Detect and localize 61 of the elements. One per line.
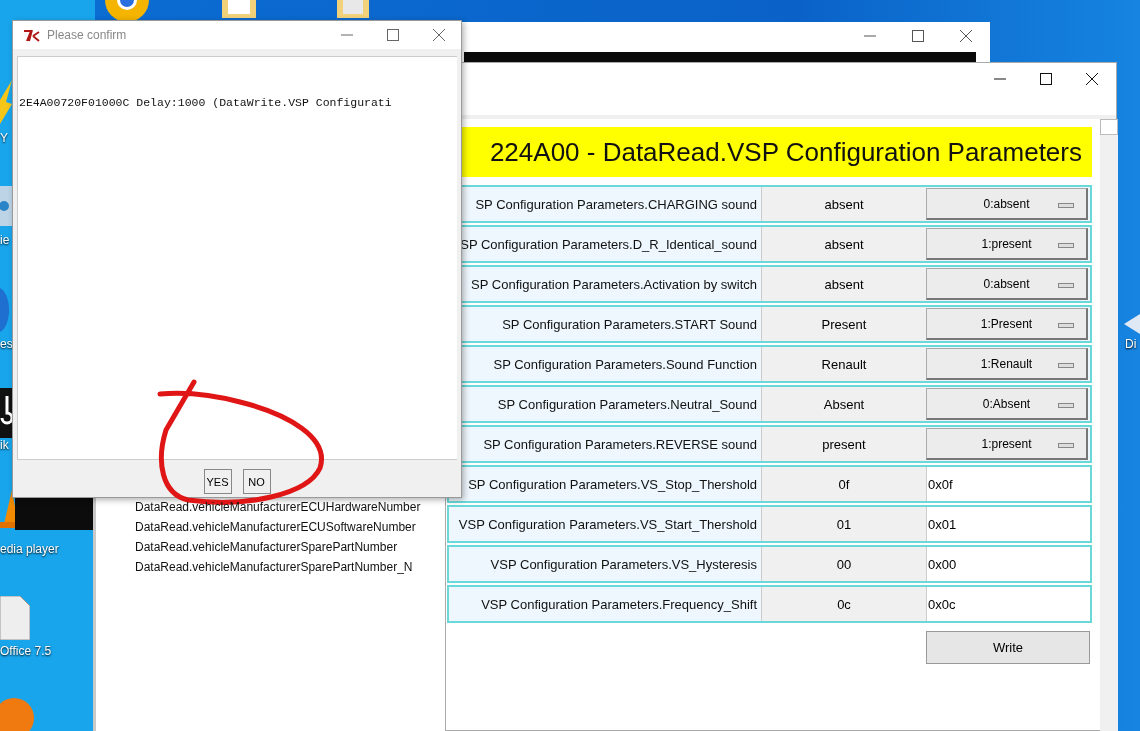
- parameter-label: SP Configuration Parameters.Activation by switch: [470, 275, 758, 294]
- parameter-label: SP Configuration Parameters.Neutral_Sound: [496, 395, 758, 414]
- value-input-field[interactable]: 0x0f: [926, 467, 1090, 501]
- option-dropdown[interactable]: 1:present: [926, 428, 1088, 460]
- current-value: present: [761, 427, 926, 461]
- write-button[interactable]: Write: [926, 631, 1090, 664]
- list-item[interactable]: DataRead.vehicleManufacturerECUHardwareNumber: [135, 500, 421, 515]
- maximize-icon[interactable]: [1040, 73, 1052, 85]
- dialog-button[interactable]: NO: [242, 469, 271, 494]
- current-value: 0f: [761, 467, 926, 501]
- value-input-field[interactable]: 0x0c: [926, 587, 1090, 621]
- message-text: 2E4A00720F01000C Delay:1000 (DataWrite.VSP Configurati: [18, 96, 392, 109]
- parameter-label: SP Configuration Parameters.VS_Stop_Thershold: [467, 475, 758, 494]
- feather-logo-icon: [23, 28, 41, 42]
- option-dropdown[interactable]: 1:present: [926, 228, 1088, 260]
- current-value: absent: [761, 227, 926, 261]
- dropdown-indicator-icon: [1058, 203, 1074, 208]
- option-dropdown[interactable]: 1:Renault: [926, 348, 1088, 380]
- parameter-label: VSP Configuration Parameters.VS_Hysteresis: [489, 555, 758, 574]
- option-dropdown[interactable]: 0:absent: [926, 268, 1088, 300]
- round-app-icon[interactable]: [103, 0, 151, 20]
- list-item[interactable]: DataRead.vehicleManufacturerSparePartNumber_N: [135, 560, 421, 575]
- scrollbar[interactable]: [1100, 119, 1118, 731]
- value-input-field[interactable]: 0x00: [926, 547, 1090, 581]
- current-value: absent: [761, 267, 926, 301]
- scroll-up-icon[interactable]: [1100, 119, 1118, 135]
- dropdown-indicator-icon: [1058, 403, 1074, 408]
- current-value: absent: [761, 187, 926, 221]
- music-note-icon[interactable]: [0, 388, 12, 438]
- current-value: 00: [761, 547, 926, 581]
- option-dropdown[interactable]: 0:Absent: [926, 388, 1088, 420]
- maximize-icon[interactable]: [912, 30, 924, 42]
- dialog-button[interactable]: YES: [203, 469, 232, 494]
- current-value: Absent: [761, 387, 926, 421]
- list-item[interactable]: DataRead.vehicleManufacturerECUSoftwareNumber: [135, 520, 421, 535]
- dropdown-indicator-icon: [1058, 243, 1074, 248]
- folder-icon[interactable]: [222, 0, 256, 18]
- option-dropdown[interactable]: 0:absent: [926, 188, 1088, 220]
- close-icon[interactable]: [960, 30, 972, 42]
- parameter-label: VSP Configuration Parameters.VS_Start_Thershold: [457, 515, 758, 534]
- current-value: 0c: [761, 587, 926, 621]
- dropdown-indicator-icon: [1058, 283, 1074, 288]
- current-value: Present: [761, 307, 926, 341]
- list-item[interactable]: DataRead.vehicleManufacturerSparePartNumber: [135, 540, 421, 555]
- recycle-bin-icon[interactable]: [0, 186, 12, 226]
- close-icon[interactable]: [1086, 73, 1098, 85]
- parameter-label: SP Configuration Parameters.START Sound: [501, 315, 758, 334]
- dropdown-indicator-icon: [1058, 443, 1074, 448]
- window-title: Please confirm: [47, 28, 127, 42]
- parameter-label: SP Configuration Parameters.REVERSE sound: [482, 435, 758, 454]
- current-value: Renault: [761, 347, 926, 381]
- desktop-icon-label[interactable]: Di: [1125, 337, 1137, 351]
- current-value: 01: [761, 507, 926, 541]
- dropdown-indicator-icon: [1058, 323, 1074, 328]
- parameter-label: SP Configuration Parameters.CHARGING sound: [474, 195, 758, 214]
- dropdown-indicator-icon: [1058, 363, 1074, 368]
- document-icon[interactable]: [0, 596, 30, 640]
- parameter-label: SP Configuration Parameters.Sound Function: [492, 355, 758, 374]
- option-dropdown[interactable]: 1:Present: [926, 308, 1088, 340]
- parameter-label: VSP Configuration Parameters.Frequency_Shift: [480, 595, 758, 614]
- value-input-field[interactable]: 0x01: [926, 507, 1090, 541]
